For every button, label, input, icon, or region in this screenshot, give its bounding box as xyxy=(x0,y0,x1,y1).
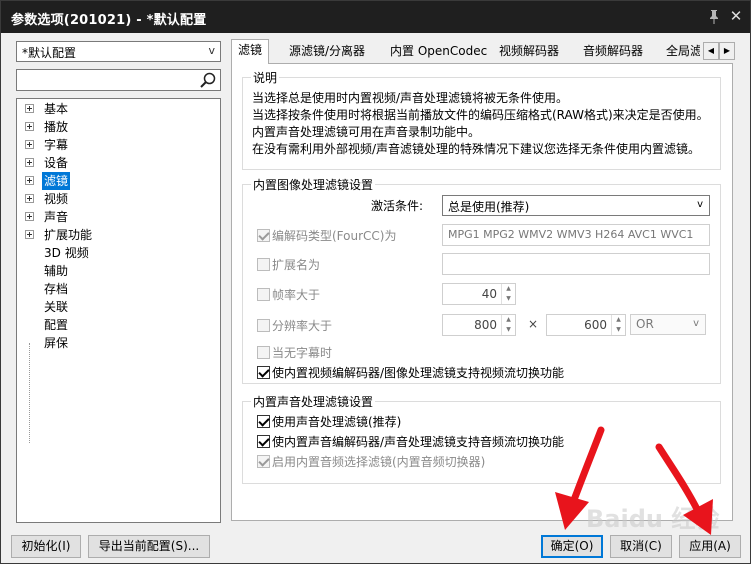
search-icon[interactable] xyxy=(199,71,217,89)
export-config-button[interactable]: 导出当前配置(S)... xyxy=(88,535,210,558)
step-up-icon[interactable]: ▲ xyxy=(612,315,625,325)
profile-select-value: *默认配置 xyxy=(22,46,77,60)
tab-filters[interactable]: 滤镜 xyxy=(231,39,270,64)
use-audio-filter-checkbox[interactable] xyxy=(257,415,270,428)
profile-select[interactable]: *默认配置 v xyxy=(16,41,221,62)
expand-icon[interactable] xyxy=(25,212,34,221)
no-subtitle-checkbox[interactable] xyxy=(257,346,270,359)
window-title: 参数选项(201021) - *默认配置 xyxy=(11,13,207,28)
expand-icon[interactable] xyxy=(25,122,34,131)
fourcc-checkbox[interactable] xyxy=(257,229,270,242)
chevron-down-icon: v xyxy=(693,318,699,329)
red-arrow-ok-icon xyxy=(555,426,605,530)
tree-item-label: 屏保 xyxy=(44,336,69,350)
step-down-icon[interactable]: ▼ xyxy=(502,294,515,304)
step-down-icon[interactable]: ▼ xyxy=(502,325,515,335)
tab-scroll-left-icon[interactable]: ◀ xyxy=(703,42,719,60)
expand-icon[interactable] xyxy=(25,140,34,149)
tree-item-label: 基本 xyxy=(44,102,69,116)
preferences-window: 参数选项(201021) - *默认配置 ✕ *默认配置 v 基本 播放 字幕 … xyxy=(0,0,751,564)
stepper-buttons[interactable]: ▲ ▼ xyxy=(611,315,625,335)
tree-item-label: 配置 xyxy=(44,318,69,332)
stepper-buttons[interactable]: ▲ ▼ xyxy=(501,315,515,335)
tree-item-label: 辅助 xyxy=(44,264,69,278)
framerate-label: 帧率大于 xyxy=(272,288,321,302)
resolution-width-value: 800 xyxy=(474,318,497,332)
red-arrow-apply-icon xyxy=(655,443,713,535)
description-text: 当选择总是使用时内置视频/声音处理滤镜将被无条件使用。 当选择按条件使用时将根据… xyxy=(252,91,709,156)
title-bar[interactable]: 参数选项(201021) - *默认配置 ✕ xyxy=(1,1,750,33)
tab-source-filters[interactable]: 源滤镜/分离器 xyxy=(283,41,371,63)
resolution-height-value: 600 xyxy=(584,318,607,332)
use-audio-filter-label: 使用声音处理滤镜(推荐) xyxy=(272,415,402,429)
fourcc-label: 编解码类型(FourCC)为 xyxy=(272,229,397,243)
extension-label: 扩展名为 xyxy=(272,258,321,272)
no-subtitle-label: 当无字幕时 xyxy=(272,346,333,360)
tab-strip: 滤镜 源滤镜/分离器 内置 OpenCodec 视频解码器 音频解码器 全局滤 … xyxy=(231,39,741,64)
tab-opencodec[interactable]: 内置 OpenCodec xyxy=(384,41,493,63)
tab-audio-decoder[interactable]: 音频解码器 xyxy=(577,41,649,63)
description-title: 说明 xyxy=(251,69,280,86)
tree-item-label: 声音 xyxy=(44,210,69,224)
step-up-icon[interactable]: ▲ xyxy=(502,284,515,294)
chevron-down-icon: v xyxy=(697,199,703,210)
search-input[interactable] xyxy=(16,69,221,91)
resolution-label: 分辨率大于 xyxy=(272,319,333,333)
tree-item-label: 视频 xyxy=(44,192,69,206)
tab-video-decoder[interactable]: 视频解码器 xyxy=(493,41,565,63)
step-up-icon[interactable]: ▲ xyxy=(502,315,515,325)
audio-selector-checkbox[interactable] xyxy=(257,455,270,468)
tree-item-label: 播放 xyxy=(44,120,69,134)
tab-global-filters[interactable]: 全局滤 xyxy=(660,41,700,63)
description-group: 说明 当选择总是使用时内置视频/声音处理滤镜将被无条件使用。 当选择按条件使用时… xyxy=(242,69,721,170)
audio-selector-label: 启用内置音频选择滤镜(内置音频切换器) xyxy=(272,455,486,469)
tree-item-label: 设备 xyxy=(44,156,69,170)
tree-item-label: 滤镜 xyxy=(42,172,71,190)
video-stream-switch-checkbox[interactable] xyxy=(257,366,270,379)
tree-item-label: 关联 xyxy=(44,300,69,314)
tree-item-label: 扩展功能 xyxy=(44,228,93,242)
extension-field[interactable] xyxy=(442,253,710,275)
fourcc-field[interactable]: MPG1 MPG2 WMV2 WMV3 H264 AVC1 WVC1 xyxy=(442,224,710,246)
tree-guide-line xyxy=(29,343,30,443)
framerate-value: 40 xyxy=(481,287,497,301)
image-filter-group: 内置图像处理滤镜设置 激活条件: 总是使用(推荐) v 编解码类型(FourCC… xyxy=(242,176,721,384)
activation-select[interactable]: 总是使用(推荐) v xyxy=(442,195,710,216)
activation-value: 总是使用(推荐) xyxy=(448,200,530,214)
tab-scroll-right-icon[interactable]: ▶ xyxy=(719,42,735,60)
times-sign: × xyxy=(528,317,539,331)
tree-item-label: 3D 视频 xyxy=(44,246,89,260)
close-icon[interactable]: ✕ xyxy=(727,7,745,25)
audio-stream-switch-checkbox[interactable] xyxy=(257,435,270,448)
extension-checkbox[interactable] xyxy=(257,258,270,271)
expand-icon[interactable] xyxy=(25,194,34,203)
stepper-buttons[interactable]: ▲ ▼ xyxy=(501,284,515,304)
video-stream-switch-label: 使内置视频编解码器/图像处理滤镜支持视频流切换功能 xyxy=(272,366,565,380)
audio-filter-title: 内置声音处理滤镜设置 xyxy=(251,393,376,410)
framerate-stepper[interactable]: 40 ▲ ▼ xyxy=(442,283,516,305)
expand-icon[interactable] xyxy=(25,230,34,239)
category-tree: 基本 播放 字幕 设备 滤镜 视频 声音 扩展功能 3D 视频 辅助 存档 关联… xyxy=(16,98,221,523)
pin-icon[interactable] xyxy=(707,9,721,25)
audio-stream-switch-label: 使内置声音编解码器/声音处理滤镜支持音频流切换功能 xyxy=(272,435,565,449)
expand-icon[interactable] xyxy=(25,176,34,185)
activation-label: 激活条件: xyxy=(371,199,424,213)
resolution-checkbox[interactable] xyxy=(257,319,270,332)
init-button[interactable]: 初始化(I) xyxy=(11,535,81,558)
resolution-operator-select[interactable]: OR v xyxy=(630,314,706,335)
ok-button[interactable]: 确定(O) xyxy=(541,535,603,558)
framerate-checkbox[interactable] xyxy=(257,288,270,301)
image-filter-title: 内置图像处理滤镜设置 xyxy=(251,176,376,193)
resolution-operator-value: OR xyxy=(636,317,654,331)
tree-item-label: 字幕 xyxy=(44,138,69,152)
step-down-icon[interactable]: ▼ xyxy=(612,325,625,335)
expand-icon[interactable] xyxy=(25,158,34,167)
tree-item-label: 存档 xyxy=(44,282,69,296)
audio-filter-group: 内置声音处理滤镜设置 使用声音处理滤镜(推荐) 使内置声音编解码器/声音处理滤镜… xyxy=(242,393,721,484)
resolution-height-stepper[interactable]: 600 ▲ ▼ xyxy=(546,314,626,336)
expand-icon[interactable] xyxy=(25,104,34,113)
resolution-width-stepper[interactable]: 800 ▲ ▼ xyxy=(442,314,516,336)
chevron-down-icon: v xyxy=(208,44,215,57)
